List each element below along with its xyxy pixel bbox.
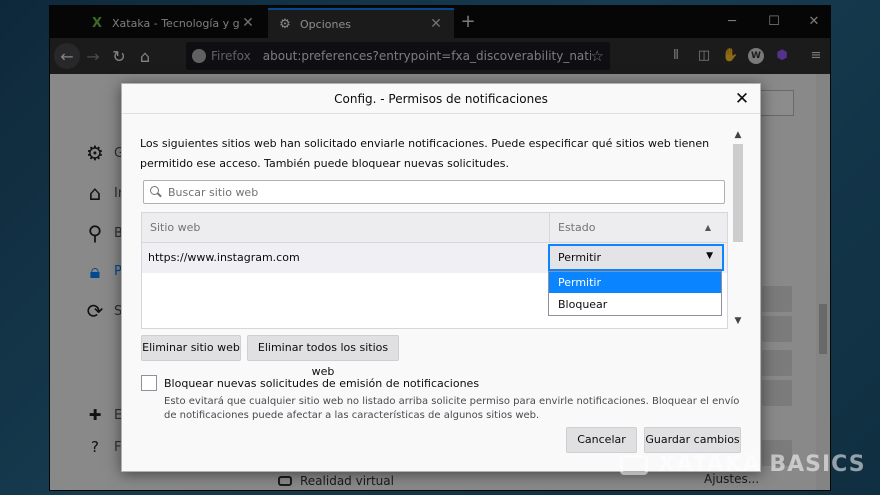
notification-permissions-dialog: Config. - Permisos de notificaciones ✕ ▲… [121, 83, 761, 472]
status-select[interactable]: Permitir ▼ [548, 244, 724, 271]
column-header-status-label: Estado [558, 221, 596, 234]
block-requests-row: Bloquear nuevas solicitudes de emisión d… [141, 375, 479, 391]
search-icon [150, 186, 162, 198]
cancel-button[interactable]: Cancelar [566, 427, 637, 453]
remove-site-button[interactable]: Eliminar sitio web [141, 335, 241, 361]
status-dropdown-list: Permitir Bloquear [548, 271, 722, 316]
chevron-down-icon: ▼ [706, 251, 713, 261]
column-header-status[interactable]: Estado ▲ [549, 213, 719, 243]
search-placeholder: Buscar sitio web [168, 185, 259, 199]
block-requests-checkbox[interactable] [141, 375, 157, 391]
option-bloquear[interactable]: Bloquear [549, 294, 721, 315]
watermark-text: XATAKA BASICS [658, 452, 866, 477]
column-header-site[interactable]: Sitio web [150, 213, 200, 243]
scrollbar-thumb[interactable] [733, 144, 743, 242]
dialog-scrollbar[interactable]: ▲ ▼ [731, 128, 745, 328]
block-requests-label[interactable]: Bloquear nuevas solicitudes de emisión d… [164, 377, 479, 390]
search-input[interactable]: Buscar sitio web [143, 180, 725, 204]
site-url: https://www.instagram.com [148, 251, 300, 264]
scroll-up-icon[interactable]: ▲ [731, 128, 745, 142]
status-select-value: Permitir [558, 251, 602, 264]
scroll-down-icon[interactable]: ▼ [731, 314, 745, 328]
dialog-header: Config. - Permisos de notificaciones ✕ [122, 84, 760, 114]
dialog-description: Los siguientes sitios web han solicitado… [140, 137, 710, 170]
watermark: XATAKA BASICS [620, 452, 866, 477]
dialog-title: Config. - Permisos de notificaciones [334, 92, 548, 106]
option-permitir[interactable]: Permitir [549, 272, 721, 293]
block-requests-hint: Esto evitará que cualquier sitio web no … [164, 396, 740, 421]
table-header: Sitio web Estado ▲ [142, 213, 727, 243]
close-icon[interactable]: ✕ [732, 89, 752, 109]
save-changes-button[interactable]: Guardar cambios [644, 427, 741, 453]
sort-ascending-icon: ▲ [704, 223, 711, 232]
remove-all-sites-button[interactable]: Eliminar todos los sitios web [247, 335, 399, 378]
watermark-logo-icon [620, 454, 648, 475]
